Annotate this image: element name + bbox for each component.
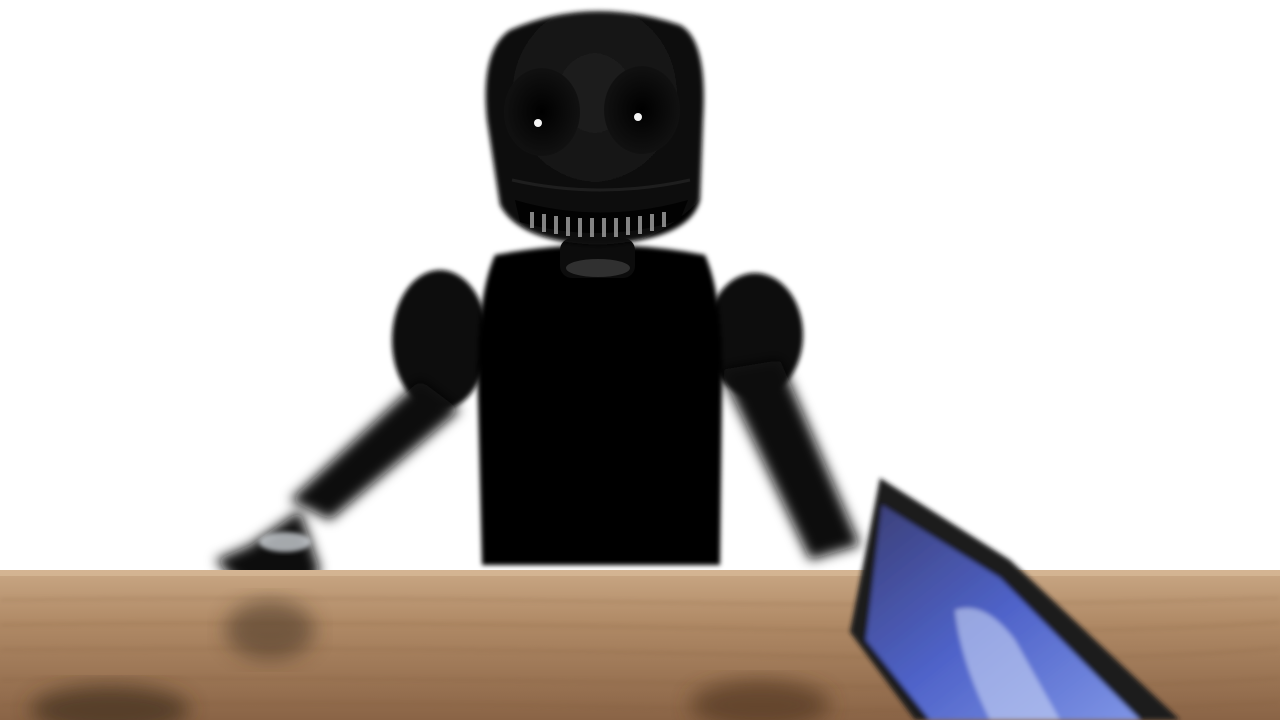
torso bbox=[477, 245, 723, 565]
left-eye-glint bbox=[534, 119, 542, 127]
game-scene bbox=[0, 0, 1280, 720]
scene-canvas bbox=[0, 11, 1280, 720]
hand-shadow bbox=[225, 600, 315, 660]
neck-ring bbox=[566, 259, 630, 277]
right-eye-glint bbox=[634, 113, 642, 121]
animatronic-figure-icon bbox=[215, 11, 860, 610]
left-shoulder bbox=[392, 270, 488, 410]
left-wrist-highlight bbox=[259, 532, 311, 552]
desk-edge bbox=[0, 570, 1280, 576]
right-forearm bbox=[720, 360, 860, 560]
left-forearm bbox=[290, 380, 460, 520]
left-eye-socket bbox=[504, 68, 580, 156]
right-eye-socket bbox=[604, 66, 680, 154]
